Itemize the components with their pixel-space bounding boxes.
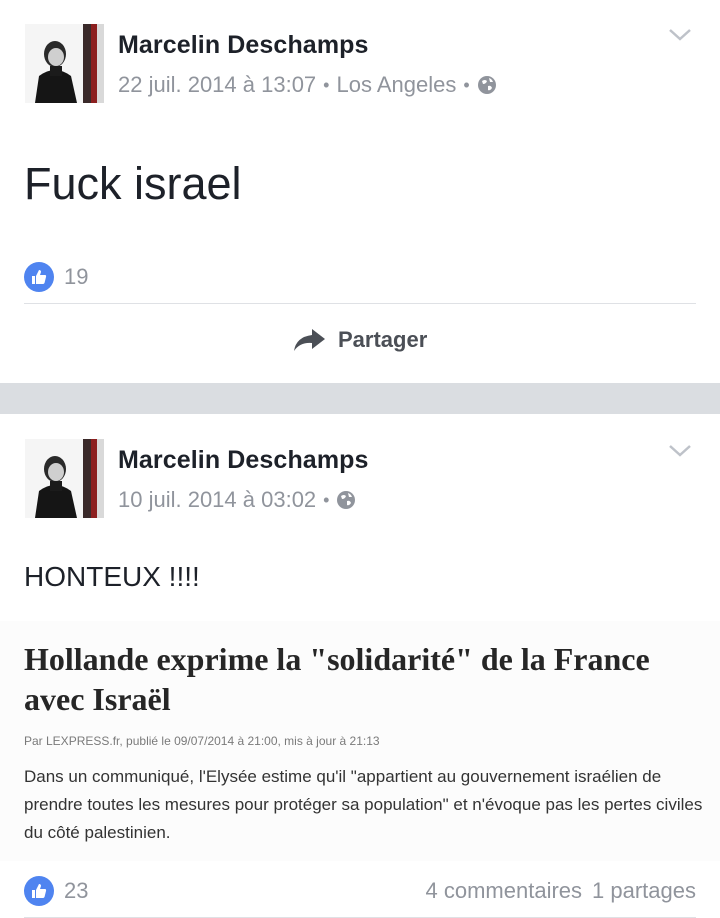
post-timestamp[interactable]: 10 juil. 2014 à 03:02 (118, 487, 316, 513)
chevron-down-icon[interactable] (668, 444, 692, 458)
divider (24, 303, 696, 304)
avatar[interactable] (25, 24, 104, 103)
likes-count: 23 (64, 878, 89, 903)
share-button[interactable]: Partager (292, 327, 427, 353)
like-icon (24, 876, 54, 906)
share-label: Partager (338, 327, 428, 352)
author-name[interactable]: Marcelin Deschamps (118, 31, 369, 60)
separator-dot: • (463, 74, 470, 95)
globe-icon (336, 490, 356, 510)
post-card: Marcelin Deschamps 10 juil. 2014 à 03:02… (0, 414, 720, 918)
engagement-summary: 4 commentaires 1 partages (426, 878, 696, 904)
globe-icon (477, 75, 497, 95)
separator-dot: • (323, 489, 330, 510)
post-timestamp[interactable]: 22 juil. 2014 à 13:07 (118, 72, 316, 98)
like-icon (24, 262, 54, 292)
article-title: Hollande exprime la "solidarité" de la F… (24, 641, 650, 717)
link-preview[interactable]: Hollande exprime la "solidarité" de la F… (0, 621, 720, 861)
post-location[interactable]: Los Angeles (336, 72, 456, 98)
likes-count: 19 (64, 264, 89, 289)
likes-summary[interactable]: 23 (24, 876, 88, 906)
share-icon (294, 329, 325, 351)
post-text: HONTEUX !!!! (24, 561, 200, 592)
avatar[interactable] (25, 439, 104, 518)
feed-separator (0, 383, 720, 414)
post-text: Fuck israel (24, 158, 242, 209)
post-card: Marcelin Deschamps 22 juil. 2014 à 13:07… (0, 0, 720, 383)
post-meta: 10 juil. 2014 à 03:02 • (118, 487, 356, 513)
chevron-down-icon[interactable] (668, 28, 692, 42)
article-byline: Par LEXPRESS.fr, publié le 09/07/2014 à … (24, 734, 380, 748)
article-excerpt: Dans un communiqué, l'Elysée estime qu'i… (24, 767, 703, 842)
shares-count[interactable]: 1 partages (592, 878, 696, 904)
likes-summary[interactable]: 19 (24, 262, 88, 292)
post-meta: 22 juil. 2014 à 13:07 • Los Angeles • (118, 72, 497, 98)
author-name[interactable]: Marcelin Deschamps (118, 446, 369, 475)
comments-count[interactable]: 4 commentaires (426, 878, 583, 904)
separator-dot: • (323, 74, 330, 95)
